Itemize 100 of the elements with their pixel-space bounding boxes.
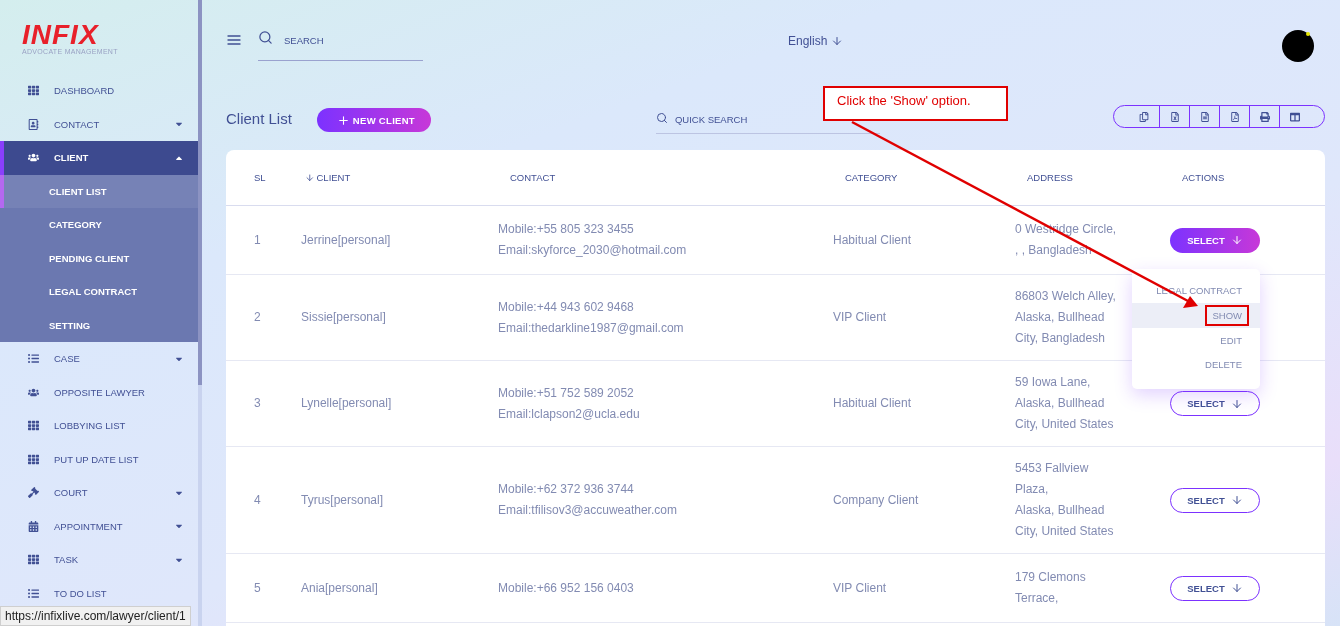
client-name: Ania[personal] (301, 579, 379, 597)
table-cell-text: Habitual Client (833, 231, 913, 249)
brand-logo: INFIX (22, 22, 99, 48)
client-name: Sissie[personal] (301, 309, 387, 326)
column-header[interactable]: SL (226, 172, 301, 183)
contact-mobile: Mobile:+62 372 936 3744 (498, 481, 634, 498)
client-name: Tyrus[personal] (301, 491, 385, 509)
grid-icon (28, 85, 39, 97)
address-line: Alaska, Bullhead (1015, 395, 1105, 412)
contact-email: Email:thedarkline1987@gmail.com (498, 319, 684, 337)
select-button[interactable]: SELECT (1170, 575, 1260, 601)
table-cell-text: 5 (253, 579, 262, 597)
sidebar-item[interactable]: DASHBOARD (0, 74, 198, 108)
contact-mobile: Mobile:+66 952 156 0403 (498, 579, 634, 597)
table-cell-text: 4 (253, 491, 262, 509)
submenu-item[interactable]: CATEGORY (0, 208, 198, 242)
sidebar-item[interactable]: TASK (0, 543, 198, 577)
arrow-down-icon (1230, 397, 1243, 410)
select-button[interactable]: SELECT (1170, 487, 1260, 513)
address-line: Plaza, (1015, 481, 1049, 498)
people-icon (28, 152, 39, 164)
page-title: Client List (226, 110, 292, 127)
new-client-button[interactable]: NEW CLIENT (316, 108, 431, 132)
contact-card-icon (28, 118, 39, 130)
plus-icon (336, 113, 350, 127)
people-icon (28, 386, 39, 398)
address-line: 179 Clemons (1015, 569, 1086, 586)
sidebar-item[interactable]: OPPOSITE LAWYER (0, 375, 198, 409)
language-selector[interactable]: English (788, 34, 844, 48)
address-line: City, Bangladesh (1015, 330, 1105, 347)
column-header[interactable]: CONTACT (498, 172, 833, 183)
submenu-item[interactable]: LEGAL CONTRACT (0, 275, 198, 309)
address-line: 86803 Welch Alley, (1015, 288, 1116, 305)
menu-item[interactable]: DELETE (1132, 352, 1260, 378)
columns-icon (1289, 111, 1300, 122)
gavel-icon (28, 487, 39, 499)
sidebar-item[interactable]: LOBBYING LIST (0, 409, 198, 443)
select-button[interactable]: SELECT (1170, 227, 1260, 253)
arrow-down-icon (1230, 234, 1243, 246)
address-line: Alaska, Bullhead (1015, 309, 1105, 326)
excel-file-icon (1169, 111, 1180, 122)
submenu-item[interactable]: SETTING (0, 308, 198, 342)
annotation-tooltip: Click the 'Show' option. (823, 86, 1008, 121)
column-header[interactable]: CLIENT (301, 172, 498, 183)
client-name: Jerrine[personal] (301, 231, 392, 249)
column-header[interactable]: ACTIONS (1170, 172, 1325, 183)
search-icon (655, 112, 668, 124)
table-cell-text: 3 (253, 395, 262, 412)
sidebar-item[interactable]: APPOINTMENT (0, 509, 198, 543)
status-url: https://infixlive.com/lawyer/client/1 (0, 606, 191, 626)
column-header[interactable]: CATEGORY (833, 172, 1015, 183)
address-line: Alaska, Bullhead (1015, 502, 1105, 519)
address-line: City, United States (1015, 416, 1114, 433)
menu-item[interactable]: EDIT (1132, 327, 1260, 353)
client-name: Lynelle[personal] (301, 395, 393, 412)
column-header[interactable]: ADDRESS (1015, 172, 1170, 183)
sort-arrow-icon (305, 172, 315, 183)
contact-mobile: Mobile:+44 943 602 9468 (498, 298, 634, 316)
grid-icon (28, 420, 39, 432)
menu-icon[interactable] (226, 32, 242, 48)
avatar[interactable] (1282, 30, 1314, 62)
document-icon (1199, 111, 1210, 122)
grid-icon (28, 453, 39, 465)
sidebar-item[interactable]: COURT (0, 476, 198, 510)
address-line: 5453 Fallview (1015, 460, 1089, 477)
list-icon (28, 587, 39, 599)
table-cell-text: 2 (253, 309, 262, 326)
arrow-down-icon (1230, 582, 1243, 594)
contact-mobile: Mobile:+51 752 589 2052 (498, 384, 634, 402)
sidebar-item[interactable]: PUT UP DATE LIST (0, 442, 198, 476)
sidebar-item[interactable]: CONTACT (0, 107, 198, 141)
address-line: , , Bangladesh (1015, 242, 1092, 259)
submenu-item[interactable]: PENDING CLIENT (0, 241, 198, 275)
table-cell-text: 1 (253, 231, 262, 249)
address-line: Terrace, (1015, 590, 1059, 607)
sidebar-item[interactable]: CASE (0, 342, 198, 376)
contact-email: Email:tfilisov3@accuweather.com (498, 502, 677, 519)
table-cell-text: Habitual Client (833, 395, 913, 412)
contact-email: Email:skyforce_2030@hotmail.com (498, 242, 687, 259)
search-field[interactable]: SEARCH (258, 33, 423, 61)
pdf-file-icon (1229, 111, 1240, 122)
arrow-down-icon (1230, 494, 1243, 506)
address-line: 59 Iowa Lane, (1015, 374, 1091, 391)
copy-icon (1139, 111, 1149, 122)
submenu-item[interactable]: CLIENT LIST (0, 174, 198, 208)
table-cell-text: Company Client (833, 491, 920, 509)
grid-icon (28, 554, 39, 566)
address-line: City, United States (1015, 523, 1114, 540)
sidebar-item[interactable]: CLIENT (0, 141, 198, 175)
print-icon (1259, 111, 1270, 122)
select-button[interactable]: SELECT (1170, 391, 1260, 416)
contact-email: Email:lclapson2@ucla.edu (498, 405, 640, 423)
calendar-icon (28, 520, 39, 532)
table-cell-text: VIP Client (833, 579, 888, 597)
table-cell-text: VIP Client (833, 309, 888, 326)
contact-mobile: Mobile:+55 805 323 3455 (498, 221, 634, 238)
scrollbar[interactable] (198, 0, 202, 626)
list-icon (28, 353, 39, 365)
search-icon (258, 30, 273, 45)
arrow-down-icon (831, 35, 844, 47)
